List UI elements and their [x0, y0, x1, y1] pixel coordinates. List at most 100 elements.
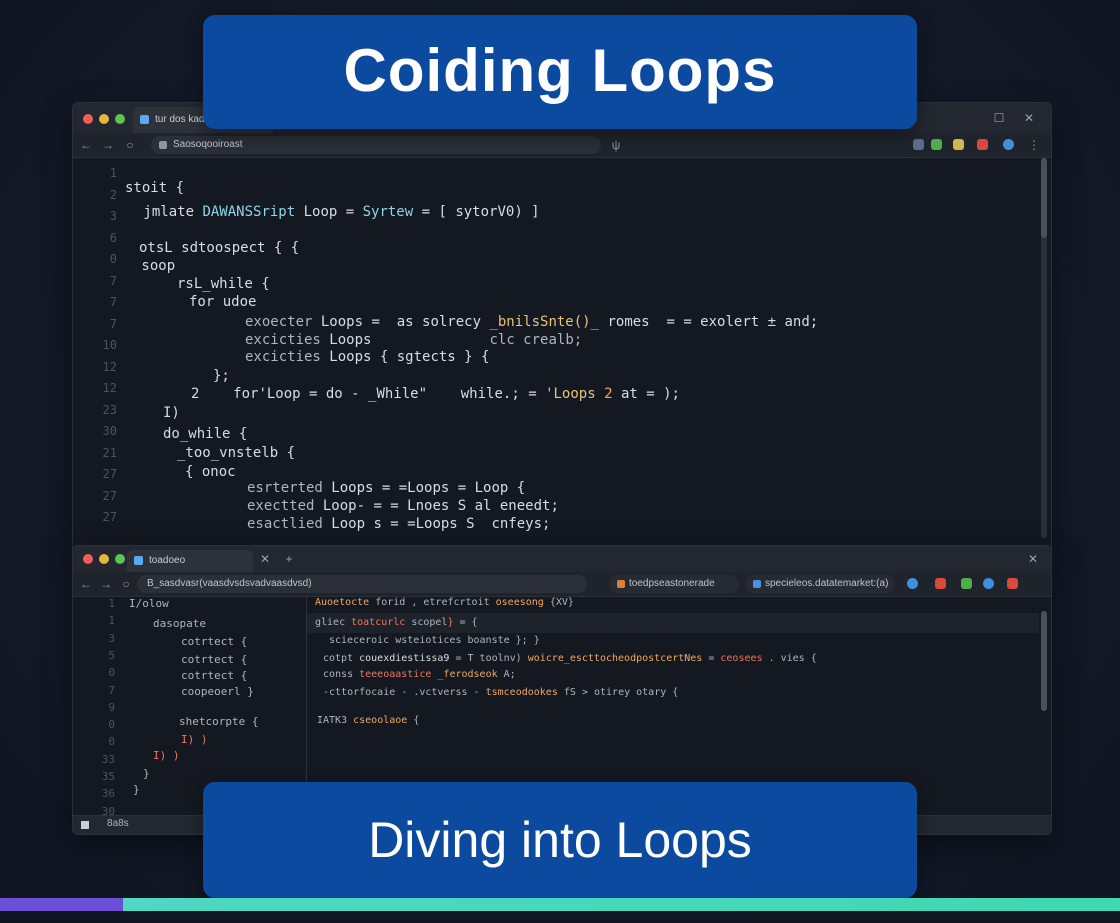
code-line: otsL sdtoospect { { [139, 240, 299, 256]
bookmark-chip[interactable]: specieleos.datatemarket:(a) [745, 575, 895, 593]
code-line: exoecter Loops = as solrecy _bnilsSnte()… [245, 314, 818, 330]
code-token: esrterted [247, 480, 332, 496]
code-line: rsL_while { [177, 276, 270, 292]
line-number: 36 [101, 787, 115, 801]
code-line: gliec toatcurlc scopel} = { [315, 617, 478, 628]
code-token: conss [323, 669, 360, 680]
close-window-icon[interactable] [83, 554, 93, 564]
scrollbar-thumb[interactable] [1041, 611, 1047, 711]
code-editor-top[interactable]: 1 2 3 6 0 7 7 7 10 12 12 23 30 21 27 27 27 stoit { jmlat… [73, 158, 1051, 553]
code-token: { [508, 480, 526, 496]
forward-arrow-icon[interactable]: → [97, 572, 115, 596]
code-token: = =Loops [381, 516, 458, 532]
code-token: {XV} [549, 597, 574, 608]
extension-icon[interactable] [913, 139, 924, 150]
back-arrow-icon[interactable]: ← [77, 572, 95, 596]
address-input[interactable]: Saosoqooiroast [151, 136, 601, 154]
code-token: A; [503, 669, 516, 680]
code-token: scopel [405, 617, 448, 628]
subtitle-banner: Diving into Loops [203, 782, 917, 898]
scrollbar-thumb[interactable] [1041, 158, 1047, 238]
line-number: 5 [108, 648, 115, 662]
code-token: clc crealb; [371, 332, 583, 348]
line-number: 27 [102, 510, 117, 524]
code-token: dasopate [153, 617, 206, 630]
close-icon[interactable]: ✕ [1019, 103, 1039, 133]
extension-icon[interactable] [953, 139, 964, 150]
code-token: } [133, 783, 140, 796]
extension-icon[interactable] [977, 139, 988, 150]
code-token: Loops [329, 332, 372, 348]
browser-tab[interactable]: toadoeo [127, 550, 253, 572]
scrollbar[interactable] [1041, 611, 1047, 711]
status-text: 8a8s [107, 818, 129, 829]
line-number: 2 [109, 187, 117, 202]
line-number: 3 [109, 209, 117, 223]
code-token: = [449, 480, 475, 496]
line-number: 21 [102, 445, 117, 460]
minimize-window-icon[interactable] [99, 114, 109, 124]
code-token: woicre_escttocheodpostcertNes [527, 653, 703, 664]
code-token: scieceroic [329, 635, 396, 646]
code-token: wsteiotices [395, 635, 468, 646]
code-line: IATK3 cseoolaoe { [317, 715, 419, 726]
bookmark-chip[interactable]: toedpseastonerade [609, 575, 739, 593]
line-number: 7 [109, 316, 117, 331]
minimize-window-icon[interactable] [99, 554, 109, 564]
code-token: etrefcrtoit [423, 597, 496, 608]
close-window-icon[interactable] [83, 114, 93, 124]
banner-title: Coiding Loops [343, 37, 777, 104]
code-line: jmlate DAWANSSript Loop = Syrtew = [ syt… [135, 204, 540, 220]
code-line: cotrtect { [181, 635, 247, 648]
reload-icon[interactable]: ○ [117, 572, 135, 596]
restore-window-icon[interactable]: ☐ [989, 103, 1009, 133]
code-token: otsL sdtoospect { { [139, 240, 300, 256]
maximize-window-icon[interactable] [115, 554, 125, 564]
scrollbar[interactable] [1041, 158, 1047, 538]
code-token: I) [163, 405, 180, 421]
back-arrow-icon[interactable]: ← [77, 133, 95, 157]
code-line: excicties Loops clc crealb; [245, 332, 582, 348]
extension-icon[interactable] [961, 578, 972, 589]
line-number: 1 [109, 166, 117, 180]
code-token: Loop [474, 480, 509, 496]
profile-icon[interactable] [1003, 139, 1014, 150]
code-token: , [411, 597, 424, 608]
address-text: B_sasdvasr(vaasdvsdsvadvaasdvsd) [147, 578, 312, 589]
code-token: = [ sytorV0) ] [413, 204, 540, 220]
tab-close-icon[interactable]: ✕ [255, 546, 275, 572]
code-token: cseoolaoe [353, 715, 414, 726]
code-token: cotrtect { [181, 653, 248, 666]
code-token: }; } [515, 635, 540, 646]
code-token: I) ) [181, 733, 208, 746]
address-bar-row: ← → ○ Saosoqooiroast ψ ⋮ [73, 133, 1051, 158]
profile-icon[interactable] [907, 578, 918, 589]
code-token: I) ) [153, 749, 180, 762]
code-token: toolnv) [479, 653, 528, 664]
close-icon[interactable]: ✕ [1023, 546, 1043, 572]
reload-icon[interactable]: ○ [121, 133, 139, 157]
code-token: { sgtects } { [371, 349, 490, 365]
code-line: coopeoerl } [181, 685, 254, 698]
line-number: 0 [108, 718, 115, 732]
new-tab-icon[interactable]: + [279, 546, 299, 572]
code-token: cnfeys; [491, 516, 551, 532]
maximize-window-icon[interactable] [115, 114, 125, 124]
more-menu-icon[interactable]: ⋮ [1025, 133, 1043, 157]
extension-icon[interactable] [983, 578, 994, 589]
address-input[interactable]: B_sasdvasr(vaasdvsdsvadvaasdvsd) [137, 575, 587, 593]
code-token: = [519, 386, 546, 402]
forward-arrow-icon[interactable]: → [99, 133, 117, 157]
extension-icon[interactable] [935, 578, 946, 589]
code-token: Loops [331, 480, 374, 496]
code-token: -cttorfocaie [323, 687, 402, 698]
code-token: . vies { [762, 653, 817, 664]
bookmark-icon[interactable]: ψ [607, 133, 625, 157]
code-token: = as solrecy [363, 314, 490, 330]
code-line: do_while { [163, 426, 247, 442]
code-token: esactlied [247, 516, 332, 532]
code-token: { onoc [185, 464, 236, 480]
code-token: cotpt [323, 653, 360, 664]
extension-icon[interactable] [1007, 578, 1018, 589]
extension-icon[interactable] [931, 139, 942, 150]
